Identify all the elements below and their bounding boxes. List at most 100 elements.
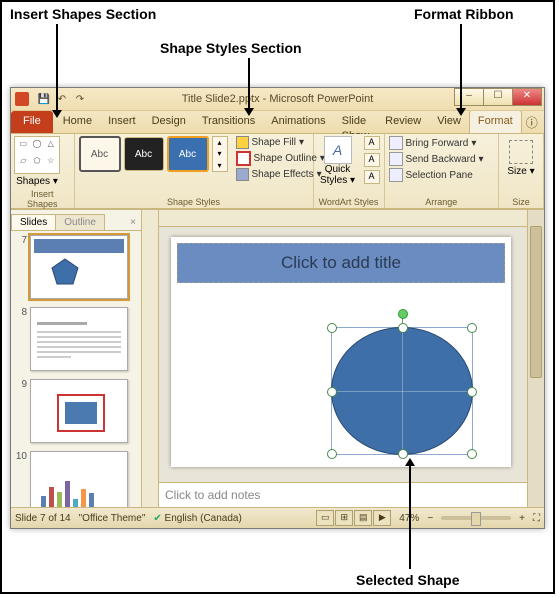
quick-access-toolbar: 💾 ↶ ↷ [37, 92, 87, 106]
shape-style-gallery[interactable]: Abc Abc Abc ▴▾▾ [79, 136, 228, 172]
thumb-number: 9 [13, 379, 30, 390]
resize-handle[interactable] [398, 323, 408, 333]
tab-insert[interactable]: Insert [100, 111, 144, 133]
tab-review[interactable]: Review [377, 111, 429, 133]
tab-slideshow[interactable]: Slide Show [334, 111, 378, 133]
thumb-number: 7 [13, 235, 30, 246]
thumbnail-8[interactable]: 8 [13, 307, 139, 371]
zoom-slider[interactable] [441, 516, 511, 520]
outline-tab[interactable]: Outline [55, 214, 105, 230]
effects-icon [236, 168, 249, 181]
group-insert-shapes: ▭◯△ ▱⬠☆ Shapes ▾ Insert Shapes [11, 134, 75, 208]
slides-panel: Slides Outline × 7 [11, 210, 142, 507]
bring-forward-icon [389, 136, 403, 150]
resize-handle[interactable] [327, 387, 337, 397]
group-label-size: Size [503, 195, 539, 208]
tab-animations[interactable]: Animations [263, 111, 333, 133]
selection-pane-icon [389, 168, 403, 182]
text-outline-button[interactable]: A [364, 153, 380, 167]
resize-handle[interactable] [327, 449, 337, 459]
close-button[interactable]: ✕ [512, 88, 542, 106]
vertical-ruler [142, 210, 159, 507]
tab-file[interactable]: File [11, 111, 53, 133]
slide-count: Slide 7 of 14 [15, 513, 71, 524]
thumbnail-7[interactable]: 7 [13, 235, 139, 299]
powerpoint-icon [15, 92, 29, 106]
sorter-view-button[interactable]: ⊞ [335, 510, 353, 526]
normal-view-button[interactable]: ▭ [316, 510, 334, 526]
resize-handle[interactable] [467, 387, 477, 397]
arrowhead-icon [244, 108, 254, 116]
text-effects-button[interactable]: A [364, 170, 380, 184]
selection-pane-button[interactable]: Selection Pane [389, 168, 484, 182]
group-size: Size ▾ Size [499, 134, 544, 208]
resize-handle[interactable] [467, 323, 477, 333]
style-thumb-1[interactable]: Abc [79, 136, 121, 172]
shape-outline-button[interactable]: Shape Outline ▾ [236, 151, 325, 166]
annotation-selected-shape: Selected Shape [356, 572, 460, 588]
language-indicator[interactable]: ✔ English (Canada) [153, 513, 241, 524]
zoom-in-button[interactable]: + [519, 513, 525, 524]
bring-forward-button[interactable]: Bring Forward ▾ [389, 136, 484, 150]
minimize-button[interactable]: – [454, 88, 484, 106]
shape-effects-button[interactable]: Shape Effects ▾ [236, 168, 325, 181]
group-wordart-styles: A Quick Styles ▾ A A A WordArt Styles [314, 134, 385, 208]
zoom-out-button[interactable]: − [427, 513, 433, 524]
send-backward-icon [389, 152, 403, 166]
group-label-wordart: WordArt Styles [318, 195, 380, 208]
gallery-more-button[interactable]: ▴▾▾ [212, 136, 228, 172]
text-fill-button[interactable]: A [364, 136, 380, 150]
ellipse-shape[interactable] [331, 327, 473, 455]
ribbon: ▭◯△ ▱⬠☆ Shapes ▾ Insert Shapes Abc [11, 134, 544, 209]
slide: Click to add title [171, 237, 511, 467]
vertical-scrollbar[interactable] [527, 210, 544, 507]
outline-pen-icon [236, 151, 251, 166]
zoom-slider-knob[interactable] [471, 512, 481, 526]
selected-shape[interactable] [331, 327, 473, 455]
group-label-shape-styles: Shape Styles [79, 195, 309, 208]
quick-styles-button[interactable]: A Quick Styles ▾ [318, 136, 358, 186]
arrow-shape-styles [248, 58, 250, 110]
arrow-selected-shape [409, 464, 411, 569]
size-icon [509, 140, 533, 164]
maximize-button[interactable]: ☐ [483, 88, 513, 106]
resize-handle[interactable] [467, 449, 477, 459]
thumb-number: 8 [13, 307, 30, 318]
notes-pane[interactable]: Click to add notes [159, 482, 527, 507]
annotation-format-ribbon: Format Ribbon [414, 6, 514, 22]
fit-to-window-button[interactable]: ⛶ [533, 513, 540, 524]
group-arrange: Bring Forward ▾ Send Backward ▾ Selectio… [385, 134, 500, 208]
style-thumb-2[interactable]: Abc [124, 137, 164, 171]
redo-icon[interactable]: ↷ [73, 92, 87, 106]
shape-fill-button[interactable]: Shape Fill ▾ [236, 136, 325, 149]
rotation-handle[interactable] [398, 309, 408, 319]
title-placeholder[interactable]: Click to add title [177, 243, 505, 283]
slideshow-view-button[interactable]: ▶ [373, 510, 391, 526]
statusbar: Slide 7 of 14 "Office Theme" ✔ English (… [11, 507, 544, 528]
annotation-shape-styles: Shape Styles Section [160, 40, 302, 56]
tab-design[interactable]: Design [144, 111, 194, 133]
tab-format[interactable]: Format [469, 110, 522, 133]
send-backward-button[interactable]: Send Backward ▾ [389, 152, 484, 166]
slides-tab[interactable]: Slides [11, 214, 56, 230]
fill-bucket-icon [236, 136, 249, 149]
thumbnail-list[interactable]: 7 8 [11, 231, 141, 507]
thumbnail-9[interactable]: 9 [13, 379, 139, 443]
reading-view-button[interactable]: ▤ [354, 510, 372, 526]
shapes-gallery-button[interactable]: ▭◯△ ▱⬠☆ Shapes ▾ [15, 136, 59, 187]
help-icon[interactable]: ⓘ [522, 112, 542, 133]
size-button[interactable]: Size ▾ [506, 136, 536, 177]
thumbnail-10[interactable]: 10 [13, 451, 139, 507]
app-window: 💾 ↶ ↷ Title Slide2.pptx - Microsoft Powe… [10, 87, 545, 529]
arrow-insert-shapes [56, 24, 58, 112]
scrollbar-thumb[interactable] [530, 226, 542, 378]
horizontal-ruler [159, 210, 527, 227]
resize-handle[interactable] [327, 323, 337, 333]
quick-styles-icon: A [324, 136, 352, 164]
close-panel-button[interactable]: × [125, 215, 141, 230]
group-shape-styles: Abc Abc Abc ▴▾▾ Shape Fill ▾ [75, 134, 314, 208]
save-icon[interactable]: 💾 [37, 92, 51, 106]
slide-canvas[interactable]: Click to add title [159, 227, 527, 482]
style-thumb-3[interactable]: Abc [167, 136, 209, 172]
arrowhead-icon [405, 458, 415, 466]
